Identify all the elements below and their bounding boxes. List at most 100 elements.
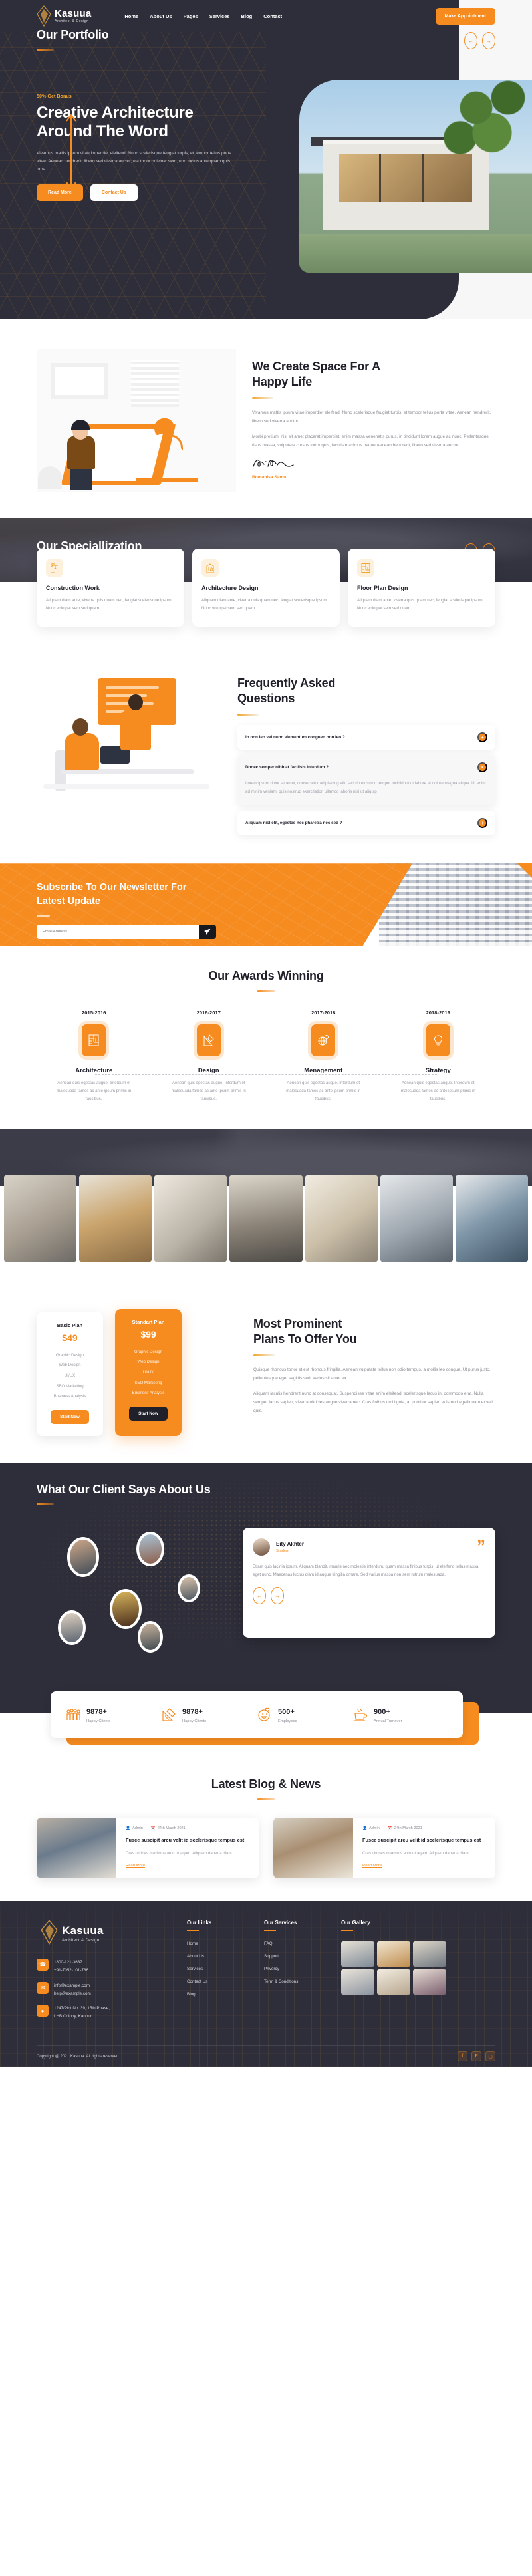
- testimonial-next-arrow-icon[interactable]: →: [271, 1587, 284, 1604]
- nav-item-contact[interactable]: Contact: [263, 13, 282, 19]
- client-face[interactable]: [138, 1620, 163, 1653]
- people-icon: [65, 1707, 81, 1723]
- plan-feature: Business Analysis: [53, 1394, 86, 1399]
- portfolio-gallery: [0, 1175, 532, 1284]
- main-nav: Home About Us Pages Services Blog Contac…: [124, 13, 282, 19]
- specialization-card[interactable]: Floor Plan Design Aliquam diam ante, viv…: [348, 549, 495, 627]
- portfolio-item[interactable]: [455, 1175, 528, 1262]
- award-item: 2018-2019 Strategy Aenean quis egestas a…: [381, 1010, 496, 1103]
- footer-bottom-bar: Copyright @ 2021 Kasuua. All rights rese…: [37, 2045, 495, 2067]
- brand-logo[interactable]: Kasuua Architect & Design: [37, 5, 91, 27]
- footer-copyright: Copyright @ 2021 Kasuua. All rights rese…: [37, 2054, 120, 2059]
- portfolio-item[interactable]: [79, 1175, 152, 1262]
- client-face[interactable]: [178, 1574, 200, 1602]
- footer-link-services[interactable]: Services: [187, 1967, 251, 1971]
- specialization-card[interactable]: Construction Work Aliquam diam ante, viv…: [37, 549, 184, 627]
- plan-feature: UI/UX: [142, 1370, 154, 1375]
- client-face[interactable]: [58, 1610, 86, 1645]
- footer-email[interactable]: info@example.com: [54, 1982, 91, 1990]
- newsletter-send-icon[interactable]: [199, 925, 216, 940]
- portfolio-item[interactable]: [229, 1175, 303, 1262]
- client-face[interactable]: [136, 1531, 164, 1566]
- footer-phone[interactable]: +91-7052-101-786: [54, 1967, 88, 1975]
- specialization-card-title: Floor Plan Design: [357, 585, 408, 591]
- nav-item-about-us[interactable]: About Us: [150, 13, 172, 19]
- awards-underline: [257, 990, 275, 993]
- hero-house-mullion-1: [379, 154, 381, 202]
- client-face[interactable]: [110, 1588, 142, 1629]
- footer-service-faq[interactable]: FAQ: [264, 1941, 328, 1946]
- footer-gallery-thumb[interactable]: [377, 1969, 410, 1995]
- footer-service-privacy[interactable]: Privercy: [264, 1967, 328, 1971]
- footer-gallery-thumb[interactable]: [377, 1941, 410, 1967]
- testimonial-prev-arrow-icon[interactable]: ←: [253, 1587, 266, 1604]
- pricing-underline: [253, 1354, 275, 1356]
- hero-grass: [299, 234, 532, 273]
- faq-item[interactable]: Aliquam nisl elit, egestas nec pharetra …: [237, 811, 495, 836]
- footer-service-terms[interactable]: Term & Conditions: [264, 1979, 328, 1984]
- footer-link-about-us[interactable]: About Us: [187, 1954, 251, 1959]
- nav-item-pages[interactable]: Pages: [184, 13, 198, 19]
- facebook-icon[interactable]: f: [458, 2051, 467, 2062]
- testimonials-title: What Our Client Says About Us: [37, 1482, 211, 1496]
- footer-gallery-thumb[interactable]: [341, 1941, 374, 1967]
- footer-link-blog[interactable]: Blog: [187, 1992, 251, 1997]
- footer-phone[interactable]: 1800-121-3637: [54, 1959, 88, 1967]
- blog-card[interactable]: 👤 Admin 📅 24th March 2021 Fusce suscipit a…: [273, 1817, 495, 1878]
- faq-item[interactable]: Donec semper nibh at facilisis interdum …: [237, 754, 495, 806]
- award-desc: Aenean quis egestas augue. Interdum et m…: [400, 1081, 475, 1102]
- nav-item-services[interactable]: Services: [209, 13, 230, 19]
- footer-gallery-thumb[interactable]: [413, 1941, 446, 1967]
- bulb-icon: [426, 1024, 450, 1057]
- footer-links-column: Our Links Home About Us Services Contact…: [187, 1920, 251, 2029]
- faq-collapse-close-icon[interactable]: ✕: [477, 762, 487, 772]
- blog-post-title: Fusce suscipit arcu velit id scelerisque…: [126, 1836, 245, 1843]
- newsletter-email-input[interactable]: [37, 925, 199, 940]
- award-name: Strategy: [425, 1067, 451, 1075]
- about-paragraph-2: Morbi pretium, nisl sit amet placerat im…: [252, 434, 489, 448]
- faq-expand-plus-icon[interactable]: +: [477, 818, 487, 829]
- award-name: Design: [198, 1067, 219, 1075]
- footer-link-home[interactable]: Home: [187, 1941, 251, 1946]
- blog-read-more-link[interactable]: Read More: [126, 1864, 145, 1868]
- footer-gallery-thumb[interactable]: [413, 1969, 446, 1995]
- portfolio-item[interactable]: [380, 1175, 453, 1262]
- faq-item[interactable]: In non leo vel nunc elementum conguen no…: [237, 724, 495, 750]
- portfolio-item[interactable]: [305, 1175, 378, 1262]
- footer-logo[interactable]: Kasuua Architect & Design: [37, 1919, 174, 1948]
- footer-gallery-title: Our Gallery: [341, 1919, 370, 1926]
- about-architect-figure: [67, 436, 95, 469]
- portfolio-item[interactable]: [154, 1175, 227, 1262]
- footer-link-contact-us[interactable]: Contact Us: [187, 1979, 251, 1984]
- nav-item-blog[interactable]: Blog: [241, 13, 253, 19]
- blog-section: Latest Blog & News 👤 Admin 📅 24th March 20…: [0, 1757, 532, 1901]
- counter-label: Happy Clients: [86, 1719, 111, 1724]
- plan-start-now-button[interactable]: Start Now: [129, 1406, 168, 1421]
- blog-read-more-link[interactable]: Read More: [362, 1864, 382, 1868]
- hero-content: 50% Get Bonus Creative Architecture Arou…: [0, 93, 266, 202]
- instagram-icon[interactable]: ▢: [485, 2051, 495, 2062]
- plan-name: Basic Plan: [57, 1322, 83, 1328]
- plan-start-now-button[interactable]: Start Now: [51, 1409, 89, 1424]
- specialization-card[interactable]: Architecture Design Aliquam diam ante, v…: [192, 549, 340, 627]
- make-appointment-button[interactable]: Make Appointment: [435, 7, 495, 25]
- twitter-icon[interactable]: 𝐄: [471, 2051, 481, 2062]
- about-underline: [252, 397, 273, 400]
- award-item: 2017-2018 Menagement Aenean quis egestas…: [266, 1010, 381, 1103]
- footer-email[interactable]: help@example.com: [54, 1990, 91, 1998]
- award-name: Architecture: [75, 1067, 113, 1075]
- specialization-card-desc: Aliquam diam ante, viverra quis quam nec…: [46, 598, 173, 611]
- blog-card[interactable]: 👤 Admin 📅 24th March 2021 Fusce suscipit a…: [37, 1817, 259, 1878]
- faq-person-seated: [65, 732, 99, 770]
- client-face[interactable]: [67, 1536, 99, 1577]
- footer-service-support[interactable]: Support: [264, 1954, 328, 1959]
- portfolio-item[interactable]: [4, 1175, 77, 1262]
- portfolio-next-arrow-icon[interactable]: →: [482, 32, 495, 49]
- faq-expand-plus-icon[interactable]: +: [477, 732, 487, 742]
- footer-gallery-thumb[interactable]: [341, 1969, 374, 1995]
- page-root: Kasuua Architect & Design Home About Us …: [0, 0, 532, 2067]
- portfolio-prev-arrow-icon[interactable]: ←: [464, 32, 477, 49]
- pricing-plans: Basic Plan $49 Graphic Design Web Design…: [37, 1307, 236, 1436]
- nav-item-home[interactable]: Home: [124, 13, 138, 19]
- hero-contact-us-button[interactable]: Contact Us: [90, 184, 138, 202]
